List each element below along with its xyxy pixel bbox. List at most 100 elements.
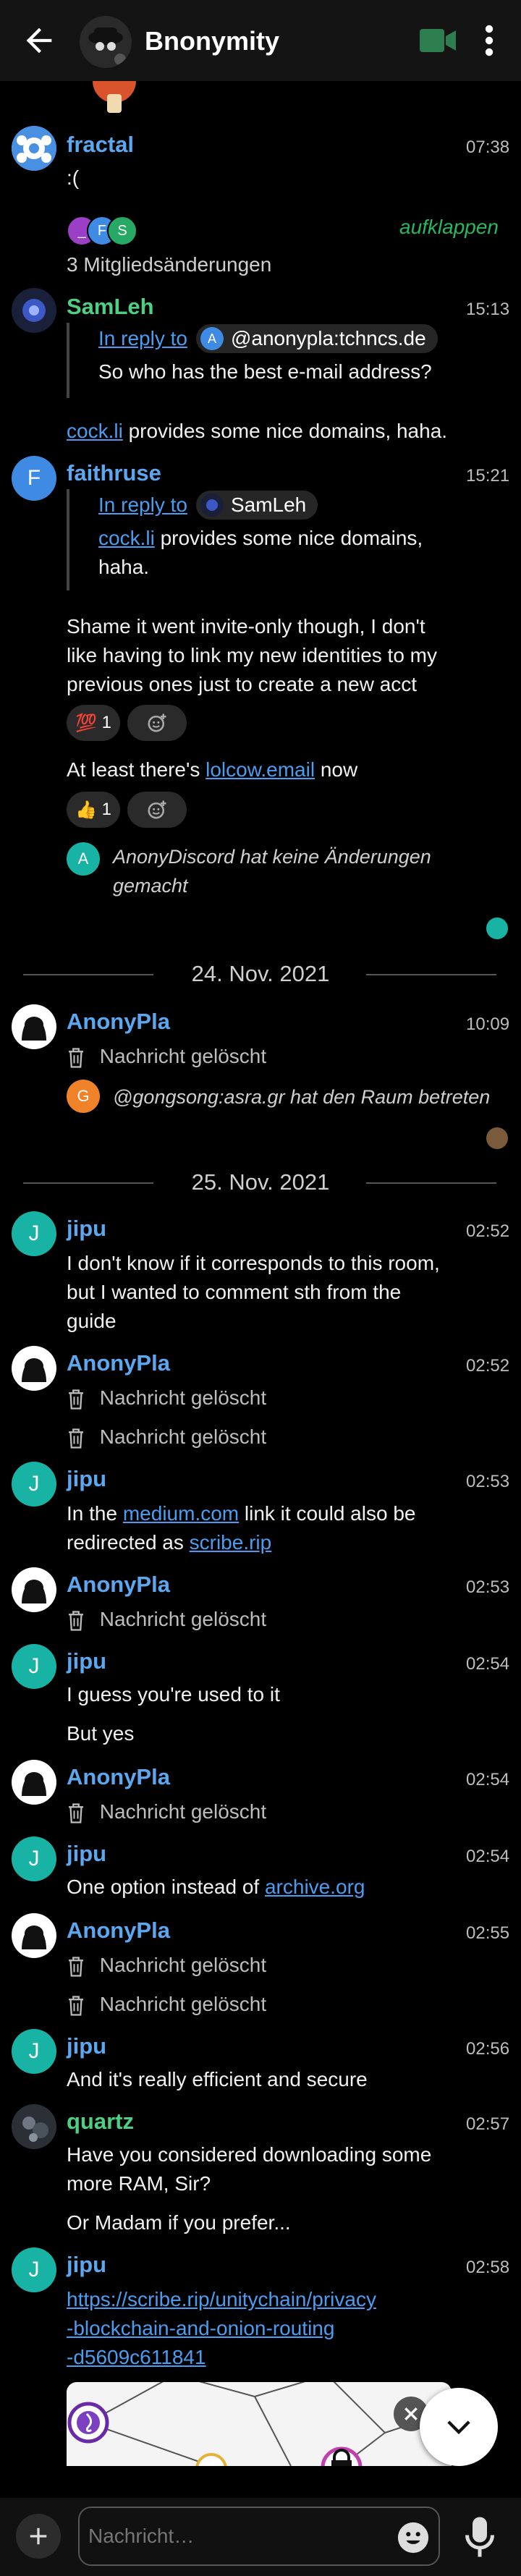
deleted-label: Nachricht gelöscht <box>99 1425 267 1448</box>
date-label: 24. Nov. 2021 <box>191 961 330 986</box>
avatar[interactable]: J <box>12 1211 56 1256</box>
message-line: like having to link my new identities to… <box>67 644 437 666</box>
avatar[interactable]: F <box>12 456 56 501</box>
deleted-label: Nachricht gelöscht <box>99 1608 267 1630</box>
avatar[interactable]: J <box>12 1836 56 1881</box>
message-link[interactable]: cock.li <box>67 420 123 442</box>
room-avatar[interactable] <box>80 16 132 68</box>
read-receipt-avatar[interactable] <box>486 1127 508 1149</box>
sender-name[interactable]: fractal <box>67 132 134 158</box>
message-input[interactable] <box>88 2518 378 2554</box>
message-link[interactable]: lolcow.email <box>206 758 315 781</box>
mic-icon[interactable] <box>463 2515 496 2559</box>
sender-name[interactable]: jipu <box>67 1841 106 1867</box>
message-time: 02:55 <box>466 1923 510 1943</box>
avatar[interactable] <box>12 2104 56 2149</box>
message-line: guide <box>67 1310 117 1332</box>
room-title: Bnonymity <box>145 26 280 56</box>
deleted-label: Nachricht gelöscht <box>99 1386 267 1409</box>
avatar: S <box>107 216 137 246</box>
sender-name[interactable]: jipu <box>67 1648 106 1674</box>
plus-icon <box>30 2528 47 2545</box>
avatar[interactable]: J <box>12 2029 56 2074</box>
attach-button[interactable] <box>16 2514 61 2559</box>
expand-link[interactable]: aufklappen <box>399 216 499 239</box>
video-call-icon[interactable] <box>420 27 457 54</box>
trash-icon <box>69 1995 83 2016</box>
sender-name[interactable]: jipu <box>67 2252 106 2278</box>
avatar[interactable] <box>12 288 56 333</box>
message-time: 02:52 <box>466 1356 510 1376</box>
sender-name[interactable]: AnonyPla <box>67 1009 170 1035</box>
avatar[interactable] <box>12 1913 56 1958</box>
deleted-message: Nachricht gelöscht <box>67 1045 266 1069</box>
chevron-down-icon <box>447 2420 470 2435</box>
message-link[interactable]: https://scribe.rip/unitychain/privacy <box>67 2285 472 2314</box>
deleted-message: Nachricht gelöscht <box>67 1608 266 1632</box>
avatar[interactable] <box>12 1567 56 1612</box>
message-link[interactable]: -d5609c611841 <box>67 2343 472 2372</box>
reaction-chip[interactable]: 💯 1 <box>67 705 120 741</box>
sender-name[interactable]: AnonyPla <box>67 1350 170 1376</box>
message-time: 10:09 <box>466 1014 510 1034</box>
message-time: 02:53 <box>466 1577 510 1597</box>
message-link[interactable]: scribe.rip <box>190 1531 272 1554</box>
avatar[interactable] <box>12 1346 56 1391</box>
message-text-part: One option instead of <box>67 1876 265 1898</box>
user-pill[interactable]: A @anonypla:tchncs.de <box>195 324 438 353</box>
avatar[interactable] <box>12 1760 56 1805</box>
message-text: :( <box>67 166 80 189</box>
read-receipt-avatar[interactable] <box>486 918 508 939</box>
member-avatars: _ F S <box>67 216 146 246</box>
reply-prefix[interactable]: In reply to <box>98 327 187 350</box>
message-link[interactable]: archive.org <box>265 1876 365 1898</box>
avatar[interactable] <box>12 126 56 171</box>
deleted-label: Nachricht gelöscht <box>99 1045 267 1067</box>
link-preview-image[interactable] <box>67 2382 452 2466</box>
avatar[interactable]: G <box>67 1080 100 1113</box>
message-time: 02:56 <box>466 2039 510 2059</box>
back-arrow-icon[interactable] <box>20 22 58 59</box>
reply-text-part: haha. <box>98 556 150 578</box>
reply-prefix[interactable]: In reply to <box>98 493 187 517</box>
add-reaction-button[interactable] <box>127 792 187 828</box>
user-pill[interactable]: SamLeh <box>195 491 318 520</box>
message-text: And it's really efficient and secure <box>67 2068 368 2090</box>
message-text-part: At least there's <box>67 758 206 781</box>
sender-name[interactable]: AnonyPla <box>67 1572 170 1598</box>
sender-name[interactable]: AnonyPla <box>67 1764 170 1790</box>
sender-name[interactable]: jipu <box>67 2033 106 2059</box>
sender-name[interactable]: jipu <box>67 1466 106 1492</box>
reaction-chip[interactable]: 👍 1 <box>67 792 120 828</box>
reaction-emoji: 💯 <box>75 713 97 733</box>
message-text: Have you considered downloading some mor… <box>67 2140 501 2198</box>
sender-name[interactable]: SamLeh <box>67 294 154 320</box>
add-reaction-button[interactable] <box>127 705 187 741</box>
reply-text-part: provides some nice domains, <box>154 527 423 549</box>
avatar[interactable]: J <box>12 1462 56 1507</box>
scroll-to-bottom-button[interactable] <box>420 2388 498 2466</box>
sender-name[interactable]: faithruse <box>67 460 161 486</box>
sender-name[interactable]: quartz <box>67 2109 134 2135</box>
message-line: Have you considered downloading some <box>67 2143 432 2166</box>
deleted-label: Nachricht gelöscht <box>99 1800 267 1823</box>
message-link[interactable]: medium.com <box>123 1502 239 1525</box>
avatar[interactable]: J <box>12 2247 56 2292</box>
deleted-message: Nachricht gelöscht <box>67 1993 266 2017</box>
more-vert-icon[interactable] <box>480 25 498 56</box>
date-separator: 25. Nov. 2021 <box>0 1168 521 1197</box>
previous-image-preview <box>93 81 136 113</box>
sender-name[interactable]: AnonyPla <box>67 1918 170 1944</box>
emoji-icon[interactable] <box>397 2521 430 2554</box>
samleh-avatar-image <box>12 288 56 333</box>
trash-icon <box>69 1802 83 1823</box>
sender-name[interactable]: jipu <box>67 1216 106 1242</box>
avatar[interactable]: J <box>12 1644 56 1689</box>
message-link[interactable]: cock.li <box>98 527 155 549</box>
avatar[interactable]: A <box>67 842 100 876</box>
message-link[interactable]: -blockchain-and-onion-routing <box>67 2314 472 2343</box>
message-input-box[interactable] <box>78 2507 440 2566</box>
deleted-label: Nachricht gelöscht <box>99 1993 267 2015</box>
message-time: 02:52 <box>466 1221 510 1241</box>
avatar[interactable] <box>12 1004 56 1049</box>
